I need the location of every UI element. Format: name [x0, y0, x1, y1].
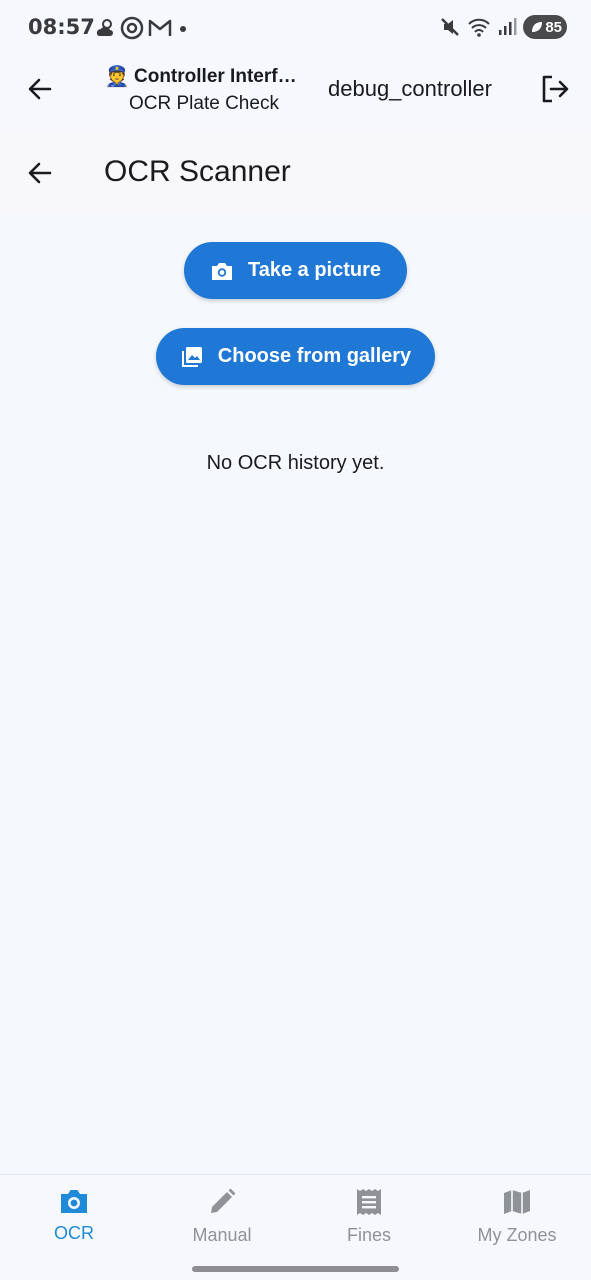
wifi-icon — [468, 18, 490, 37]
arrow-left-icon — [28, 162, 52, 184]
back-button[interactable] — [16, 65, 64, 113]
pencil-icon — [211, 1188, 236, 1213]
nav-label-my-zones: My Zones — [477, 1225, 557, 1245]
logout-button[interactable] — [531, 65, 579, 113]
page-back-button[interactable] — [16, 149, 64, 197]
police-officer-icon: 👮 — [104, 66, 130, 88]
logout-icon — [542, 75, 569, 103]
camera-icon — [211, 262, 232, 280]
app-title-block: 👮 Controller Interfa… OCR Plate Check — [104, 64, 308, 115]
app-title: Controller Interfa… — [134, 65, 306, 87]
top-app-bar: 👮 Controller Interfa… OCR Plate Check de… — [0, 56, 591, 130]
gallery-icon — [181, 346, 202, 367]
bottom-navigation: OCR Manual Fines My Zones — [0, 1174, 591, 1280]
status-bar: 08:57 85 — [0, 0, 591, 56]
username-label: debug_controller — [328, 76, 492, 101]
empty-history-message: No OCR history yet. — [206, 452, 385, 474]
nav-label-ocr: OCR — [54, 1223, 94, 1243]
nav-label-manual: Manual — [192, 1225, 252, 1245]
leaf-icon — [532, 22, 543, 32]
battery-icon: 85 — [523, 15, 567, 39]
weather-icon — [96, 19, 113, 36]
choose-gallery-label: Choose from gallery — [217, 345, 412, 367]
nav-item-my-zones[interactable]: My Zones — [443, 1187, 591, 1246]
status-right-icons: 85 — [439, 15, 567, 39]
signal-icon — [499, 18, 517, 35]
mute-icon — [441, 18, 459, 36]
battery-level: 85 — [545, 18, 562, 36]
camera-icon — [61, 1190, 87, 1213]
home-indicator[interactable] — [192, 1266, 399, 1272]
receipt-icon — [357, 1189, 381, 1215]
nav-label-fines: Fines — [346, 1225, 391, 1245]
app-subtitle: OCR Plate Check — [129, 93, 279, 114]
take-picture-label: Take a picture — [247, 259, 382, 281]
nav-item-ocr[interactable]: OCR — [0, 1187, 148, 1244]
page-title: OCR Scanner — [104, 155, 291, 188]
main-content: Take a picture Choose from gallery No OC… — [0, 214, 591, 1174]
choose-gallery-button[interactable]: Choose from gallery — [156, 328, 435, 385]
map-icon — [504, 1190, 530, 1214]
status-time: 08:57 — [28, 15, 95, 39]
screen: 08:57 85 👮 Controller Interfa… OCR Plate… — [0, 0, 591, 1280]
take-picture-button[interactable]: Take a picture — [184, 242, 407, 299]
status-left-icons — [94, 16, 190, 40]
nav-item-manual[interactable]: Manual — [148, 1187, 296, 1246]
gmail-icon — [148, 19, 172, 36]
settings-badge-icon — [120, 16, 144, 40]
arrow-left-icon — [28, 78, 52, 100]
page-header: OCR Scanner — [0, 130, 591, 214]
nav-item-fines[interactable]: Fines — [295, 1187, 443, 1246]
dot-icon — [180, 26, 186, 32]
